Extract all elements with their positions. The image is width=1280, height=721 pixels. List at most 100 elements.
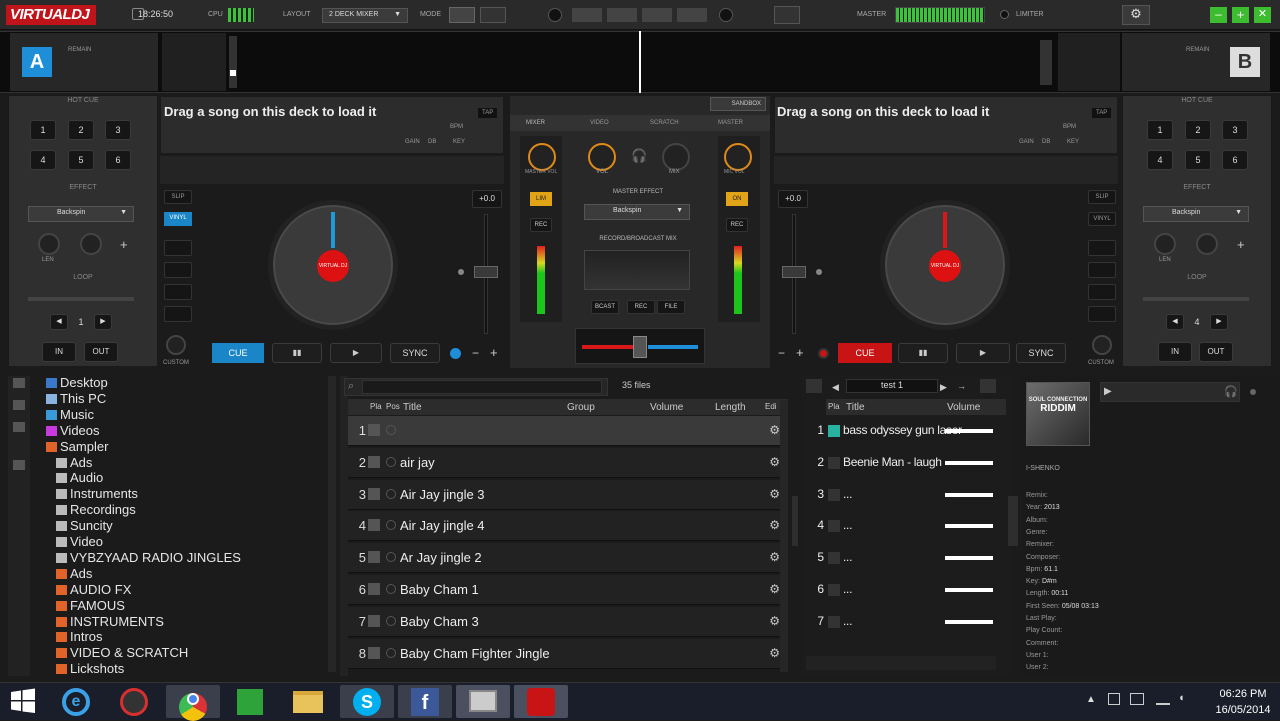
sampler-row[interactable]: 4... [806,511,996,541]
facebook-icon[interactable]: f [398,685,452,718]
folder-item[interactable]: Lickshots [56,661,124,676]
deck-a-loop-in[interactable]: IN [42,342,76,362]
tab-video[interactable]: VIDEO [590,120,609,126]
folder-item[interactable]: Ads [56,455,92,470]
folder-item[interactable]: Audio [56,470,103,485]
deck-a-custom-knob[interactable] [166,335,186,355]
col-edit[interactable]: Edi [765,402,777,411]
deck-a-effect-select[interactable]: Backspin ▼ [28,206,134,222]
deck-a-loop-next[interactable]: ▶ [94,314,112,330]
tray-network-icon[interactable] [1130,693,1144,705]
filter-icon[interactable] [13,422,25,432]
deck-b-hotcue-6[interactable]: 6 [1222,150,1248,170]
sample-volume-bar[interactable] [945,556,993,561]
tray-volume-icon[interactable]: ◖ [1178,692,1185,704]
file-row[interactable]: 4 Air Jay jingle 4 ⚙ [348,511,788,542]
sampler-row[interactable]: 6... [806,575,996,605]
deck-b-sync-button[interactable]: SYNC [1016,343,1066,363]
deck-b-pad-mode-1[interactable] [1088,240,1116,256]
deck-b-sync-status-icon[interactable] [818,348,829,359]
deck-b-letter[interactable]: B [1230,47,1260,77]
folder-item[interactable]: This PC [46,391,106,406]
deck-a-pad-mode-2[interactable] [164,262,192,278]
row-edit-gear-icon[interactable]: ⚙ [769,614,780,628]
windows-start-icon[interactable] [10,688,38,714]
sampler-bottom-toolbar[interactable] [806,656,996,670]
speed-app-icon[interactable] [108,685,162,718]
deck-b-tap-button[interactable]: TAP [1092,108,1112,118]
deck-b-loop-out[interactable]: OUT [1199,342,1233,362]
file-explorer-icon[interactable] [282,685,336,718]
row-edit-gear-icon[interactable]: ⚙ [769,550,780,564]
sampler-row[interactable]: 7... [806,607,996,637]
folder-item[interactable]: VYBZYAAD RADIO JINGLES [56,550,241,565]
playlist-icon[interactable] [13,400,25,410]
deck-a-hotcue-4[interactable]: 4 [30,150,56,170]
deck-a-pad-mode-3[interactable] [164,284,192,300]
mode-button-1[interactable] [449,7,475,23]
file-row[interactable]: 3 Air Jay jingle 3 ⚙ [348,479,788,510]
video-app-icon[interactable] [456,685,510,718]
bcast-button[interactable]: BCAST [591,300,619,314]
folder-item[interactable]: Recordings [56,502,136,517]
deck-a-pitch-minus-icon[interactable]: − [472,346,479,360]
deck-a-pad-mode-4[interactable] [164,306,192,322]
deck-b-pause-button[interactable]: ▮▮ [898,343,948,363]
deck-b-loop-in[interactable]: IN [1158,342,1192,362]
deck-a-hotcue-1[interactable]: 1 [30,120,56,140]
tray-signal-icon[interactable] [1156,693,1170,705]
preview-headphone-icon[interactable]: 🎧 [1224,385,1238,398]
file-row[interactable]: 2 air jay ⚙ [348,447,788,478]
deck-a-zoom-slider[interactable] [229,36,237,88]
limiter-indicator[interactable] [1000,10,1009,19]
layout-btn-1[interactable] [572,8,602,22]
deck-a-loop-prev[interactable]: ◀ [50,314,68,330]
row-edit-gear-icon[interactable]: ⚙ [769,487,780,501]
row-edit-gear-icon[interactable]: ⚙ [769,646,780,660]
deck-a-hotcue-3[interactable]: 3 [105,120,131,140]
layout-btn-3[interactable] [642,8,672,22]
mode-button-2[interactable] [480,7,506,23]
sampler-row[interactable]: 2 Beenie Man - laugh [806,448,996,478]
sampler-bank-name[interactable]: test 1 [846,379,938,393]
rec-right-button[interactable]: REC [726,218,748,232]
sampler-row[interactable]: 5... [806,543,996,573]
mic-vol-knob[interactable] [724,143,752,171]
deck-a-overview[interactable] [162,33,226,91]
col-title[interactable]: Title [403,402,422,413]
store-icon[interactable] [224,685,278,718]
deck-b-add-effect-icon[interactable]: + [1237,237,1245,252]
folder-item[interactable]: Suncity [56,518,113,533]
deck-b-pad-mode-3[interactable] [1088,284,1116,300]
preview-play-icon[interactable]: ▶ [1104,386,1112,397]
row-edit-gear-icon[interactable]: ⚙ [769,455,780,469]
file-row[interactable]: 1 ⚙ [348,416,788,446]
deck-a-zoom-handle[interactable] [230,70,236,76]
deck-a-effect-knob-1[interactable] [38,233,60,255]
sampler-row[interactable]: 1 bass odyssey gun laser [806,416,996,446]
deck-b-hotcue-1[interactable]: 1 [1147,120,1173,140]
sample-volume-bar[interactable] [945,619,993,624]
layout-btn-4[interactable] [677,8,707,22]
computer-icon[interactable] [13,378,25,388]
file-button[interactable]: FILE [657,300,685,314]
vol-knob[interactable] [588,143,616,171]
preview-volume-dot[interactable] [1250,389,1256,395]
sampler-col-title[interactable]: Title [846,402,865,413]
record-dot-right[interactable] [719,8,733,22]
deck-b-pad-mode-2[interactable] [1088,262,1116,278]
row-edit-gear-icon[interactable]: ⚙ [769,518,780,532]
file-row[interactable]: 7 Baby Cham 3 ⚙ [348,606,788,637]
deck-a-pause-button[interactable]: ▮▮ [272,343,322,363]
close-icon[interactable]: ✕ [1254,7,1271,23]
deck-a-hotcue-2[interactable]: 2 [68,120,94,140]
deck-b-pad-mode-4[interactable] [1088,306,1116,322]
tray-flag-icon[interactable] [1108,693,1120,705]
sampler-view-icon[interactable] [980,379,996,393]
file-row[interactable]: 6 Baby Cham 1 ⚙ [348,575,788,605]
row-edit-gear-icon[interactable]: ⚙ [769,582,780,596]
deck-a-letter[interactable]: A [22,47,52,77]
folder-item[interactable]: Video [56,534,103,549]
deck-a-slip-button[interactable]: SLIP [164,190,192,204]
sampler-next-icon[interactable]: ▶ [940,382,947,393]
